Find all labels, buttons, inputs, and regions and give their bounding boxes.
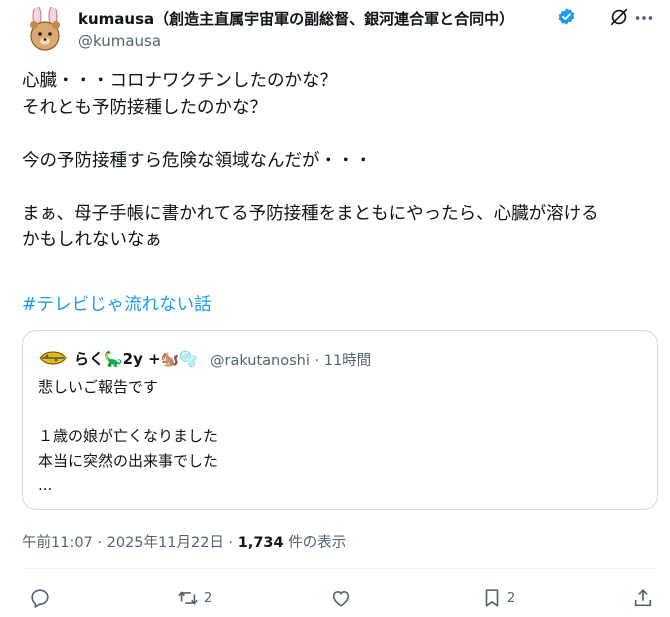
- quote-handle-time[interactable]: @rakutanoshi · 11時間: [210, 349, 371, 370]
- divider: [22, 568, 658, 569]
- verified-badge-icon: [557, 7, 576, 26]
- quote-avatar: [38, 349, 68, 367]
- avatar[interactable]: [22, 6, 68, 52]
- heart-icon: [332, 590, 350, 607]
- quoted-tweet[interactable]: らく🦕2y +🐿️🫧 @rakutanoshi · 11時間 悲しいご報告です …: [22, 330, 658, 510]
- tweet-meta: 午前11:07 · 2025年11月22日 · 1,734 件の表示: [22, 531, 346, 552]
- hashtag-link[interactable]: #テレビじゃ流れない話: [22, 291, 212, 316]
- grok-icon[interactable]: [608, 6, 630, 28]
- quote-text: 悲しいご報告です １歳の娘が亡くなりました 本当に突然の出来事でした ...: [38, 378, 219, 494]
- reply-button[interactable]: [29, 586, 55, 610]
- user-handle[interactable]: @kumausa: [78, 32, 161, 50]
- more-options-icon[interactable]: [633, 7, 655, 29]
- share-button[interactable]: [632, 586, 654, 610]
- bookmark-button[interactable]: 2: [481, 586, 515, 610]
- quote-display-name[interactable]: らく🦕2y +🐿️🫧: [74, 348, 198, 369]
- like-button[interactable]: [330, 586, 356, 610]
- retweet-count: 2: [204, 590, 213, 606]
- retweet-icon: [178, 591, 198, 605]
- retweet-button[interactable]: 2: [176, 586, 212, 610]
- display-name[interactable]: kumausa（創造主直属宇宙軍の副総督、銀河連合軍と合同中）: [78, 8, 514, 29]
- reply-icon: [31, 589, 49, 608]
- share-icon: [634, 589, 652, 607]
- bookmark-count: 2: [507, 590, 516, 606]
- tweet-text: 心臓・・・コロナワクチンしたのかな？ それとも予防接種したのかな？ 今の予防接種…: [22, 71, 599, 250]
- views-label: 件の表示: [283, 535, 347, 551]
- timestamp[interactable]: 午前11:07 · 2025年11月22日 ·: [22, 535, 238, 551]
- bookmark-icon: [485, 589, 499, 607]
- views-count: 1,734: [237, 535, 284, 551]
